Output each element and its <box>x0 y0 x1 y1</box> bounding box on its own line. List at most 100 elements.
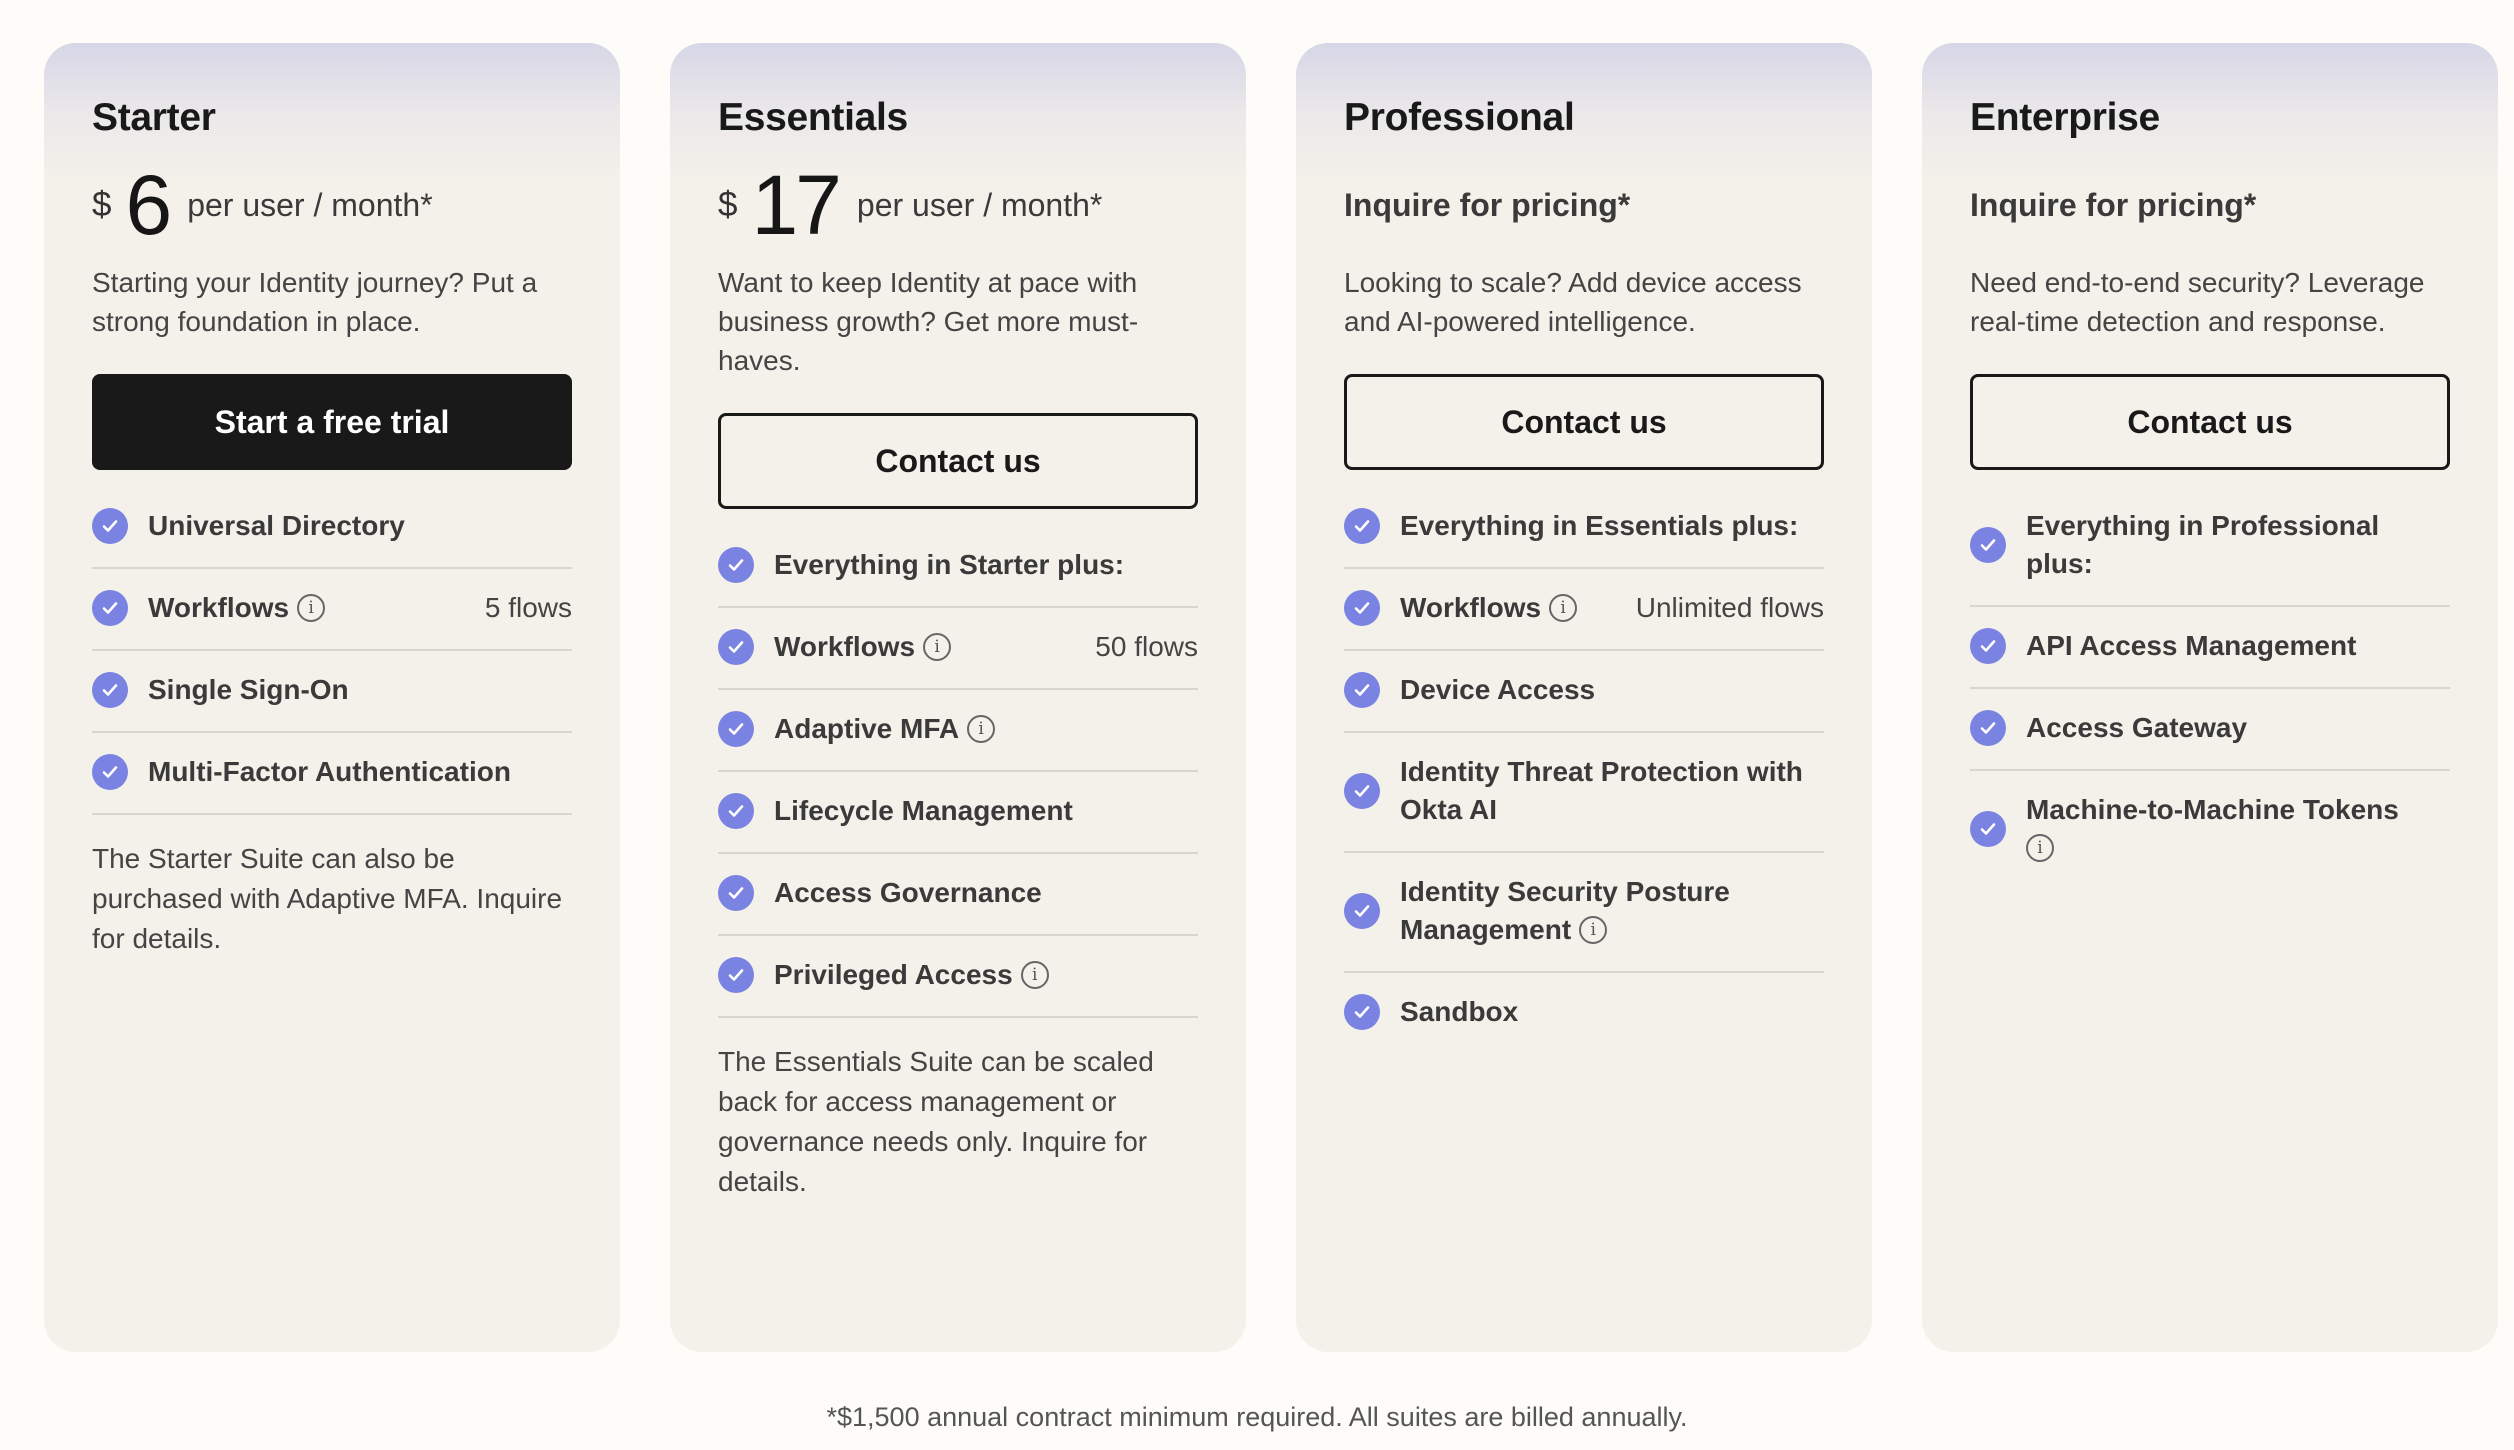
feature-label: Privileged Access <box>774 959 1013 990</box>
feature-label: Everything in Professional plus: <box>2026 510 2380 579</box>
plan-title: Professional <box>1344 96 1575 139</box>
plan-note: The Starter Suite can also be purchased … <box>92 843 563 954</box>
feature-item: Access Governance <box>718 854 1198 936</box>
info-icon[interactable]: i <box>297 593 326 622</box>
check-icon <box>1344 590 1380 626</box>
info-icon[interactable]: i <box>1020 960 1049 989</box>
check-icon <box>92 508 128 544</box>
feature-list: Universal Directory Workflows i 5 flows S… <box>92 507 572 815</box>
check-icon <box>1344 994 1380 1030</box>
check-icon <box>718 793 754 829</box>
check-icon <box>1344 508 1380 544</box>
check-icon <box>1344 672 1380 708</box>
feature-label: Everything in Starter plus: <box>774 549 1125 580</box>
feature-label: Sandbox <box>1400 996 1519 1027</box>
contact-us-button[interactable]: Contact us <box>1344 374 1824 470</box>
feature-label: Workflows <box>1400 592 1542 623</box>
feature-item: Single Sign-On <box>92 651 572 733</box>
plan-title: Essentials <box>718 96 908 139</box>
feature-item: Adaptive MFA i <box>718 690 1198 772</box>
plan-card-professional: Professional Inquire for pricing* Lookin… <box>1296 43 1872 1352</box>
info-icon[interactable]: i <box>1549 593 1578 622</box>
feature-label: Machine-to-Machine Tokens <box>2026 794 2399 825</box>
feature-item: Privileged Access i <box>718 936 1198 1018</box>
feature-label: Adaptive MFA <box>774 713 960 744</box>
feature-label: Device Access <box>1400 674 1596 705</box>
feature-item: Sandbox <box>1344 973 1824 1053</box>
feature-item: Workflows i Unlimited flows <box>1344 569 1824 651</box>
pricing-cards: Starter $ 6 per user / month* Starting y… <box>44 43 2498 1352</box>
contact-us-button[interactable]: Contact us <box>1970 374 2450 470</box>
check-icon <box>718 957 754 993</box>
check-icon <box>718 875 754 911</box>
feature-label: Access Gateway <box>2026 712 2248 743</box>
price-inquire-text: Inquire for pricing* <box>1344 186 1631 223</box>
feature-quantity: 5 flows <box>484 592 572 623</box>
feature-list: Everything in Professional plus: API Acc… <box>1970 507 2450 889</box>
price-amount: 6 <box>125 158 172 252</box>
feature-quantity: Unlimited flows <box>1635 592 1824 623</box>
check-icon <box>1344 773 1380 809</box>
feature-label: Workflows <box>774 631 916 662</box>
feature-item: API Access Management <box>1970 607 2450 689</box>
check-icon <box>92 672 128 708</box>
check-icon <box>1970 527 2006 563</box>
check-icon <box>718 547 754 583</box>
plan-title: Enterprise <box>1970 96 2160 139</box>
plan-card-enterprise: Enterprise Inquire for pricing* Need end… <box>1922 43 2498 1352</box>
feature-label: Lifecycle Management <box>774 795 1073 826</box>
price-inquire-text: Inquire for pricing* <box>1970 186 2257 223</box>
feature-quantity: 50 flows <box>1095 631 1198 662</box>
check-icon <box>1970 710 2006 746</box>
feature-item: Universal Directory <box>92 507 572 569</box>
feature-item: Everything in Starter plus: <box>718 546 1198 608</box>
price-unit: per user / month* <box>187 186 433 223</box>
feature-label: Multi-Factor Authentication <box>148 756 511 787</box>
feature-item: Machine-to-Machine Tokens i <box>1970 771 2450 889</box>
feature-item: Access Gateway <box>1970 689 2450 771</box>
info-icon[interactable]: i <box>923 632 952 661</box>
plan-title: Starter <box>92 96 216 139</box>
feature-item: Everything in Professional plus: <box>1970 507 2450 607</box>
contact-us-button[interactable]: Contact us <box>718 413 1198 509</box>
start-free-trial-button[interactable]: Start a free trial <box>92 374 572 470</box>
feature-item: Workflows i 5 flows <box>92 569 572 651</box>
pricing-footnote: *$1,500 annual contract minimum required… <box>826 1402 1688 1432</box>
plan-description: Starting your Identity journey? Put a st… <box>92 267 538 337</box>
plan-note: The Essentials Suite can be scaled back … <box>718 1046 1154 1197</box>
feature-item: Everything in Essentials plus: <box>1344 507 1824 569</box>
feature-list: Everything in Starter plus: Workflows i 5… <box>718 546 1198 1018</box>
feature-label: Identity Security Posture Management <box>1400 876 1730 945</box>
plan-price: $ 6 per user / month* <box>92 158 572 252</box>
price-amount: 17 <box>751 158 841 252</box>
feature-item: Identity Threat Protection with Okta AI <box>1344 733 1824 853</box>
feature-label: Access Governance <box>774 877 1042 908</box>
feature-item: Workflows i 50 flows <box>718 608 1198 690</box>
plan-description: Want to keep Identity at pace with busin… <box>718 267 1139 376</box>
feature-item: Identity Security Posture Management i <box>1344 853 1824 973</box>
feature-label: Single Sign-On <box>148 674 349 705</box>
plan-description: Need end-to-end security? Leverage real-… <box>1970 267 2425 337</box>
info-icon[interactable]: i <box>2026 833 2054 862</box>
feature-item: Lifecycle Management <box>718 772 1198 854</box>
feature-label: Everything in Essentials plus: <box>1400 510 1799 541</box>
check-icon <box>1344 893 1380 929</box>
price-currency: $ <box>718 185 738 224</box>
feature-label: Universal Directory <box>148 510 405 541</box>
price-currency: $ <box>92 185 112 224</box>
check-icon <box>718 711 754 747</box>
feature-label: Identity Threat Protection with Okta AI <box>1400 756 1803 825</box>
plan-price: Inquire for pricing* <box>1344 167 1824 243</box>
info-icon[interactable]: i <box>1579 915 1608 944</box>
check-icon <box>1970 628 2006 664</box>
feature-item: Multi-Factor Authentication <box>92 733 572 815</box>
check-icon <box>92 754 128 790</box>
check-icon <box>92 590 128 626</box>
plan-description: Looking to scale? Add device access and … <box>1344 267 1802 337</box>
feature-item: Device Access <box>1344 651 1824 733</box>
plan-price: Inquire for pricing* <box>1970 167 2450 243</box>
plan-card-starter: Starter $ 6 per user / month* Starting y… <box>44 43 620 1352</box>
plan-card-essentials: Essentials $ 17 per user / month* Want t… <box>670 43 1246 1352</box>
info-icon[interactable]: i <box>967 714 996 743</box>
check-icon <box>718 629 754 665</box>
